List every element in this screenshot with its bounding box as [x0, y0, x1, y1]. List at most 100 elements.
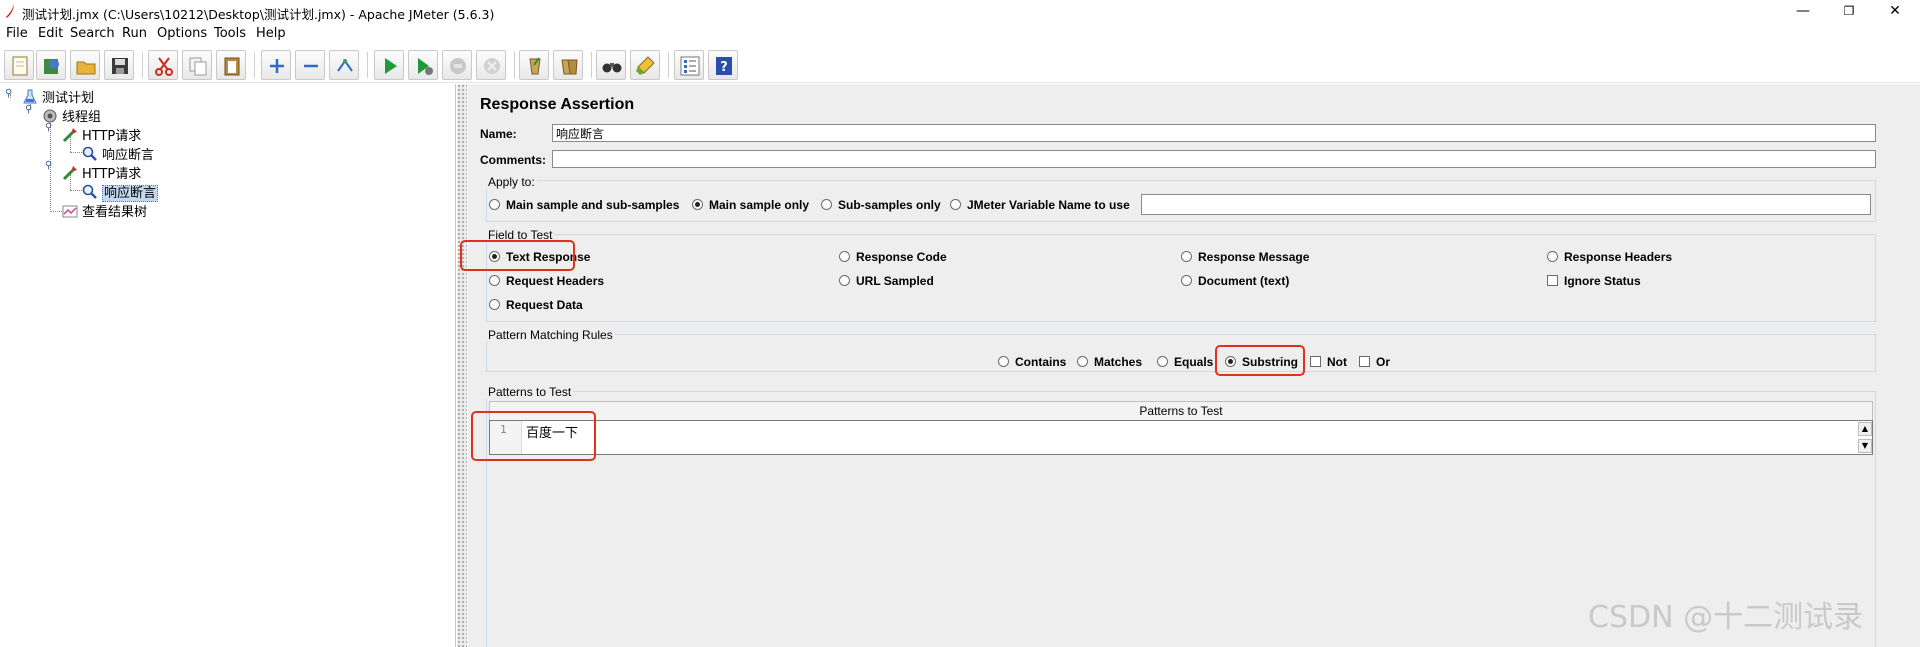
patterns-column-header[interactable]: Patterns to Test: [489, 401, 1873, 421]
thread-group-icon: [43, 109, 57, 122]
search-button[interactable]: [596, 50, 626, 80]
or-checkbox[interactable]: Or: [1359, 355, 1390, 369]
radio-label: Response Headers: [1564, 250, 1673, 264]
maximize-button[interactable]: ❐: [1826, 0, 1872, 22]
stop-button[interactable]: [442, 50, 472, 80]
radio-matches[interactable]: Matches: [1077, 355, 1142, 369]
radio-label: Response Code: [856, 250, 947, 264]
shutdown-button[interactable]: [476, 50, 506, 80]
expand-icon: [270, 59, 284, 73]
function-helper-button[interactable]: [674, 50, 704, 80]
tree-node-view-results-tree[interactable]: 查看结果树: [62, 201, 148, 220]
cut-button[interactable]: [148, 50, 178, 80]
radio-label: Main sample and sub-samples: [506, 198, 680, 212]
radio-response-message[interactable]: Response Message: [1181, 250, 1309, 264]
checkbox-indicator: [1359, 356, 1370, 367]
tree-node-label: 查看结果树: [82, 205, 148, 220]
radio-jmeter-variable[interactable]: JMeter Variable Name to use: [950, 198, 1130, 212]
tree-connector: [50, 211, 62, 212]
clear-all-button[interactable]: [553, 50, 583, 80]
assertion-icon: [82, 146, 97, 161]
tree-node-label: 响应断言: [102, 185, 159, 202]
scroll-down-arrow[interactable]: ▼: [1858, 439, 1872, 453]
new-button[interactable]: [4, 50, 34, 80]
radio-request-data[interactable]: Request Data: [489, 298, 583, 312]
save-button[interactable]: [104, 50, 134, 80]
radio-response-headers[interactable]: Response Headers: [1547, 250, 1672, 264]
templates-button[interactable]: [36, 50, 66, 80]
jmeter-variable-input[interactable]: [1141, 194, 1871, 215]
radio-indicator: [1077, 356, 1088, 367]
tree-toggle[interactable]: ⚲: [5, 88, 12, 99]
close-button[interactable]: ✕: [1872, 0, 1918, 22]
menu-search[interactable]: Search: [70, 26, 115, 41]
checkbox-indicator: [1310, 356, 1321, 367]
radio-main-sample-only[interactable]: Main sample only: [692, 198, 809, 212]
jmeter-feather-icon: [6, 3, 14, 18]
toolbar-separator: [591, 52, 592, 78]
cut-icon: [155, 57, 173, 76]
tree-toggle[interactable]: ⚲: [25, 104, 32, 115]
toggle-button[interactable]: [329, 50, 359, 80]
radio-request-headers[interactable]: Request Headers: [489, 274, 604, 288]
test-plan-icon: [23, 89, 37, 103]
comments-input[interactable]: [552, 150, 1876, 168]
pattern-editor[interactable]: 1 百度一下 ▲ ▼: [489, 420, 1873, 455]
expand-all-button[interactable]: [261, 50, 291, 80]
menu-options[interactable]: Options: [157, 26, 207, 41]
minimize-button[interactable]: —: [1780, 0, 1826, 22]
copy-icon: [189, 57, 207, 76]
tree-node-http-request-1[interactable]: HTTP请求: [62, 125, 141, 144]
tree-node-http-request-2[interactable]: HTTP请求: [62, 163, 141, 182]
radio-label: Equals: [1174, 355, 1214, 369]
tree-node-response-assertion-2[interactable]: 响应断言: [82, 182, 159, 202]
menu-edit[interactable]: Edit: [38, 26, 63, 41]
not-checkbox[interactable]: Not: [1310, 355, 1347, 369]
tree-connector: [70, 190, 82, 191]
radio-indicator: [998, 356, 1009, 367]
menu-run[interactable]: Run: [122, 26, 147, 41]
shutdown-icon: [484, 58, 500, 74]
assertion-icon: [82, 184, 97, 199]
open-button[interactable]: [70, 50, 100, 80]
start-no-pauses-button[interactable]: [408, 50, 438, 80]
start-icon: [385, 58, 397, 74]
radio-label: Contains: [1015, 355, 1067, 369]
radio-equals[interactable]: Equals: [1157, 355, 1213, 369]
reset-search-button[interactable]: [630, 50, 660, 80]
start-no-pause-icon: [418, 58, 433, 75]
start-button[interactable]: [374, 50, 404, 80]
name-label: Name:: [480, 127, 517, 141]
menu-file[interactable]: File: [6, 26, 28, 41]
menu-help[interactable]: Help: [256, 26, 286, 41]
pattern-highlight: [471, 411, 596, 461]
name-input[interactable]: [552, 124, 1876, 142]
copy-button[interactable]: [182, 50, 212, 80]
radio-main-and-sub-samples[interactable]: Main sample and sub-samples: [489, 198, 679, 212]
radio-response-code[interactable]: Response Code: [839, 250, 947, 264]
radio-label: Response Message: [1198, 250, 1310, 264]
radio-indicator: [1157, 356, 1168, 367]
radio-document-text[interactable]: Document (text): [1181, 274, 1289, 288]
clear-button[interactable]: [519, 50, 549, 80]
ignore-status-checkbox[interactable]: Ignore Status: [1547, 274, 1641, 288]
open-icon: [76, 61, 96, 75]
menu-tools[interactable]: Tools: [214, 26, 246, 41]
patterns-to-test-title: Patterns to Test: [486, 385, 574, 399]
tree-node-test-plan[interactable]: 测试计划: [22, 87, 94, 106]
scroll-up-arrow[interactable]: ▲: [1858, 422, 1872, 436]
tree-node-response-assertion-1[interactable]: 响应断言: [82, 144, 154, 163]
radio-sub-samples-only[interactable]: Sub-samples only: [821, 198, 941, 212]
radio-url-sampled[interactable]: URL Sampled: [839, 274, 934, 288]
split-pane-divider[interactable]: [457, 84, 467, 647]
collapse-all-button[interactable]: [295, 50, 325, 80]
toolbar-separator: [668, 52, 669, 78]
title-bar: 测试计划.jmx (C:\Users\10212\Desktop\测试计划.jm…: [0, 0, 1920, 22]
tree-toggle[interactable]: ⚲: [45, 160, 52, 171]
tree-node-thread-group[interactable]: 线程组: [42, 106, 101, 125]
paste-button[interactable]: [216, 50, 246, 80]
help-button[interactable]: ?: [708, 50, 738, 80]
toolbar-separator: [142, 52, 143, 78]
radio-contains[interactable]: Contains: [998, 355, 1066, 369]
comments-label: Comments:: [480, 153, 547, 167]
